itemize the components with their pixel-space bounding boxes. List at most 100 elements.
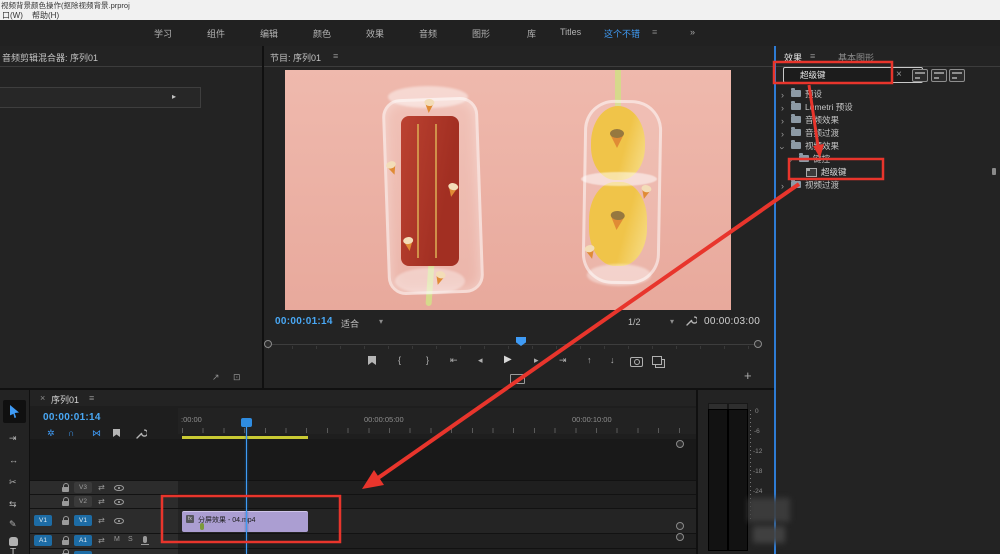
yuv-effects-filter-icon[interactable] — [949, 69, 965, 82]
program-current-timecode[interactable]: 00:00:01:14 — [275, 316, 333, 327]
tree-item-video-effects[interactable]: 视频效果 — [805, 140, 839, 152]
chevron-right-icon[interactable]: › — [781, 128, 784, 140]
chevron-right-icon[interactable]: › — [781, 102, 784, 114]
tree-item-keying[interactable]: 键控 — [813, 153, 830, 165]
effects-panel-menu-icon[interactable]: ≡ — [810, 51, 815, 61]
snap-magnet-icon[interactable]: ∩ — [68, 429, 75, 438]
scrub-left-knob[interactable] — [264, 340, 272, 348]
track-visibility-eye-icon[interactable] — [114, 499, 124, 505]
track-header-a2-partial[interactable] — [30, 549, 178, 554]
play-button-icon[interactable]: ▶ — [504, 355, 512, 364]
workspace-tab-titles[interactable]: Titles — [560, 27, 581, 37]
track-a1-button[interactable]: A1 — [74, 535, 92, 546]
timeline-playhead-line[interactable] — [246, 422, 247, 554]
effects-tab[interactable]: 效果 — [784, 51, 802, 64]
tree-item-lumetri-presets[interactable]: Lumetri 预设 — [805, 101, 853, 113]
workspace-tab-menu-icon[interactable]: ≡ — [652, 27, 657, 37]
chevron-right-icon[interactable]: › — [781, 89, 784, 101]
sync-lock-icon[interactable]: ⇄ — [98, 516, 105, 525]
track-visibility-eye-icon[interactable] — [114, 485, 124, 491]
fit-dropdown-value[interactable]: 适合 — [341, 317, 359, 330]
track-header-v1[interactable]: V1 V1 ⇄ — [30, 509, 178, 533]
tree-item-presets[interactable]: 预设 — [805, 88, 822, 100]
mark-out-icon[interactable]: } — [426, 356, 429, 365]
go-to-out-icon[interactable]: ⇥ — [559, 356, 567, 365]
workspace-tab-editing[interactable]: 编辑 — [260, 27, 278, 40]
track-header-a1[interactable]: A1 A1 ⇄ M S — [30, 534, 178, 548]
timeline-playhead-head[interactable] — [241, 418, 252, 427]
track-select-tool-icon[interactable]: ⇥ — [9, 434, 17, 443]
chevron-right-icon[interactable]: › — [781, 115, 784, 127]
tree-item-audio-transitions[interactable]: 音频过渡 — [805, 127, 839, 139]
timeline-zoom-knob[interactable] — [676, 440, 684, 448]
selection-tool-active-box[interactable] — [3, 400, 26, 423]
chevron-down-icon[interactable]: › — [785, 160, 797, 163]
program-video-frame[interactable] — [285, 70, 731, 310]
ripple-edit-tool-icon[interactable]: ↔ — [9, 456, 18, 465]
close-tab-icon[interactable]: × — [40, 393, 45, 403]
mixer-dock-icon[interactable]: ⊡ — [233, 373, 241, 382]
track-v1-button[interactable]: V1 — [74, 515, 92, 526]
sync-lock-icon[interactable]: ⇄ — [98, 536, 105, 545]
track-header-v2[interactable]: V2 ⇄ — [30, 495, 178, 508]
program-panel-menu-icon[interactable]: ≡ — [333, 51, 338, 61]
track-lock-icon[interactable] — [62, 501, 69, 506]
display-settings-icon[interactable] — [510, 374, 525, 384]
nest-sequence-icon[interactable]: ✲ — [47, 429, 55, 438]
scrub-right-knob[interactable] — [754, 340, 762, 348]
program-panel-title[interactable]: 节目: 序列01 — [270, 51, 321, 64]
program-scrub-track[interactable] — [268, 344, 758, 345]
timeline-scroll-knob[interactable] — [676, 522, 684, 530]
32bit-color-filter-icon[interactable] — [931, 69, 947, 82]
expand-icon[interactable]: ▸ — [172, 92, 176, 101]
workspace-tab-learning[interactable]: 学习 — [154, 27, 172, 40]
track-lock-icon[interactable] — [62, 487, 69, 492]
track-lane-v3[interactable] — [178, 481, 696, 494]
sync-lock-icon[interactable]: ⇄ — [98, 497, 105, 506]
tree-item-audio-effects[interactable]: 音频效果 — [805, 114, 839, 126]
track-v2-button[interactable]: V2 — [74, 496, 92, 507]
hand-tool-icon[interactable] — [9, 537, 18, 546]
fit-dropdown-chevron-icon[interactable]: ▾ — [379, 317, 383, 326]
slip-tool-icon[interactable]: ⇆ — [9, 500, 17, 509]
track-header-v3[interactable]: V3 ⇄ — [30, 481, 178, 494]
mixer-popout-icon[interactable]: ↗ — [212, 373, 220, 382]
track-lane-v2[interactable] — [178, 495, 696, 508]
comparison-view-icon[interactable] — [652, 356, 662, 365]
clip-keyframe-marker[interactable] — [200, 523, 204, 530]
track-lock-icon[interactable] — [62, 520, 69, 525]
timeline-tab-label[interactable]: 序列01 — [51, 393, 79, 406]
track-lane-a1[interactable] — [178, 534, 696, 548]
source-patch-v1-button[interactable]: V1 — [34, 515, 52, 526]
export-frame-camera-icon[interactable] — [630, 357, 643, 367]
voiceover-record-mic-icon[interactable] — [143, 536, 147, 543]
track-lane-v1[interactable]: fx 分屏效果 - 04.mp4 — [178, 509, 696, 533]
workspace-tab-custom-active[interactable]: 这个不错 — [604, 27, 640, 40]
mixer-panel-title[interactable]: 音频剪辑混合器: 序列01 — [2, 51, 98, 64]
tree-item-ultra-key[interactable]: 超级键 — [821, 166, 847, 178]
step-forward-icon[interactable]: ▸ — [534, 356, 539, 365]
step-back-icon[interactable]: ◂ — [478, 356, 483, 365]
workspace-tab-assembly[interactable]: 组件 — [207, 27, 225, 40]
workspace-tab-effects[interactable]: 效果 — [366, 27, 384, 40]
chevron-down-icon[interactable]: › — [777, 147, 789, 150]
workspace-tab-graphics[interactable]: 图形 — [472, 27, 490, 40]
source-patch-a1-button[interactable]: A1 — [34, 535, 52, 546]
mute-button[interactable]: M — [114, 536, 120, 543]
effects-search-input[interactable] — [783, 67, 923, 83]
extract-icon[interactable]: ↓ — [610, 356, 615, 365]
timeline-panel-menu-icon[interactable]: ≡ — [89, 393, 94, 403]
essential-graphics-tab[interactable]: 基本图形 — [838, 51, 874, 64]
track-lock-icon[interactable] — [62, 540, 69, 545]
clip-fx-badge[interactable]: fx — [186, 515, 194, 523]
track-lane-a2-partial[interactable] — [178, 549, 696, 554]
lift-icon[interactable]: ↑ — [587, 356, 592, 365]
add-marker-icon[interactable] — [368, 356, 376, 365]
workspace-tab-color[interactable]: 颜色 — [313, 27, 331, 40]
track-visibility-eye-icon[interactable] — [114, 518, 124, 524]
linked-selection-icon[interactable]: ⋈ — [92, 429, 101, 438]
accelerated-effects-filter-icon[interactable] — [912, 69, 928, 82]
add-button[interactable]: + — [744, 368, 752, 383]
pen-tool-icon[interactable]: ✎ — [9, 520, 17, 529]
solo-button[interactable]: S — [128, 536, 133, 543]
